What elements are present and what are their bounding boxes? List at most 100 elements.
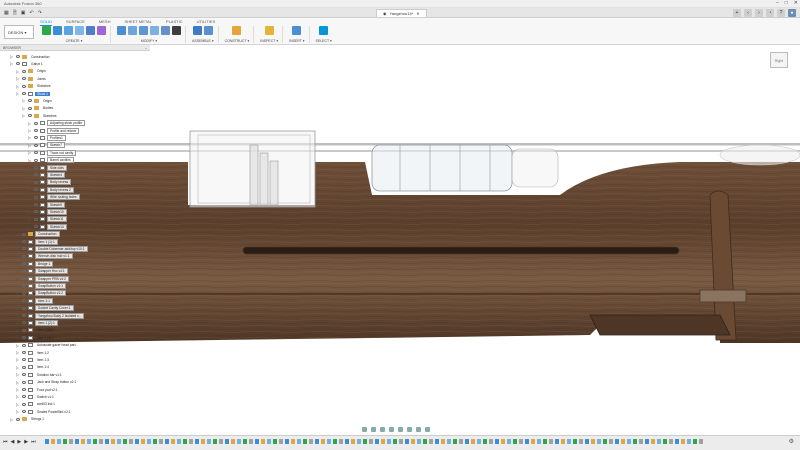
expand-arrow-icon[interactable]: ▷ — [28, 158, 32, 163]
timeline-step[interactable] — [75, 439, 79, 444]
timeline-step[interactable] — [93, 439, 97, 444]
joint-icon[interactable] — [203, 26, 213, 35]
visibility-eye-icon[interactable] — [22, 402, 26, 406]
expand-arrow-icon[interactable]: ▷ — [16, 380, 20, 385]
visibility-eye-icon[interactable] — [22, 299, 26, 303]
tree-item[interactable]: ▷ Item 1 (1):1 — [16, 238, 58, 245]
timeline-step[interactable] — [153, 439, 157, 444]
timeline-step[interactable] — [543, 439, 547, 444]
expand-arrow-icon[interactable]: ▷ — [16, 387, 20, 392]
tab-mesh[interactable]: MESH — [99, 19, 111, 26]
step-forward-button[interactable]: ▶ — [24, 439, 28, 445]
tree-item[interactable]: ▷ Sketches — [22, 112, 59, 119]
visibility-eye-icon[interactable] — [34, 136, 38, 140]
timeline-step[interactable] — [207, 439, 211, 444]
visibility-eye-icon[interactable] — [22, 410, 26, 414]
go-to-end-button[interactable]: ⏭ — [31, 439, 36, 445]
visibility-eye-icon[interactable] — [34, 180, 38, 184]
document-tab[interactable]: ◉ Yangzhou14* ✕ — [376, 9, 427, 17]
timeline-step[interactable] — [447, 439, 451, 444]
expand-arrow-icon[interactable]: ▷ — [28, 217, 32, 222]
chamfer-icon[interactable] — [139, 26, 148, 35]
expand-arrow-icon[interactable]: ▷ — [10, 417, 14, 422]
visibility-eye-icon[interactable] — [34, 203, 38, 206]
timeline-step[interactable] — [243, 439, 247, 444]
timeline-step[interactable] — [435, 439, 439, 444]
expand-arrow-icon[interactable]: ▷ — [16, 343, 20, 348]
timeline-step[interactable] — [579, 439, 583, 444]
timeline-step[interactable] — [375, 439, 379, 444]
timeline-step[interactable] — [231, 439, 235, 444]
timeline-step[interactable] — [285, 439, 289, 444]
tree-item[interactable]: ▷ Profiles1 — [28, 134, 66, 141]
tree-item[interactable]: ▷ Sketch14 — [28, 223, 67, 230]
tree-item[interactable]: ▷ Barrel cavities — [28, 157, 74, 164]
timeline-step[interactable] — [261, 439, 265, 444]
visibility-eye-icon[interactable] — [34, 121, 38, 125]
go-to-start-button[interactable]: ⏮ — [3, 439, 8, 445]
tab-surface[interactable]: SURFACE — [66, 19, 85, 26]
timeline-step[interactable] — [171, 439, 175, 444]
tree-item[interactable]: ▷ Solution bar v1:1 — [16, 371, 64, 378]
back-icon[interactable]: ‹ — [744, 9, 752, 17]
timeline-step[interactable] — [633, 439, 637, 444]
visibility-eye-icon[interactable] — [28, 114, 32, 118]
tree-item[interactable]: ▷ Item 1:2 — [16, 349, 51, 356]
timeline-step[interactable] — [135, 439, 139, 444]
timeline-step[interactable] — [519, 439, 523, 444]
expand-arrow-icon[interactable]: ▷ — [16, 365, 20, 370]
timeline-step[interactable] — [585, 439, 589, 444]
timeline-step[interactable] — [645, 439, 649, 444]
visibility-eye-icon[interactable] — [34, 158, 38, 162]
timeline-step[interactable] — [699, 439, 703, 444]
tree-item[interactable]: ▷ Item 1 (3):1 — [16, 327, 56, 334]
form-icon[interactable] — [97, 26, 106, 35]
expand-arrow-icon[interactable]: ▷ — [16, 239, 20, 244]
visibility-eye-icon[interactable] — [34, 195, 38, 199]
timeline-step[interactable] — [99, 439, 103, 444]
expand-arrow-icon[interactable]: ▷ — [16, 69, 20, 74]
timeline-step[interactable] — [105, 439, 109, 444]
pan-icon[interactable] — [380, 426, 385, 432]
timeline-step[interactable] — [537, 439, 541, 444]
tree-item[interactable]: ▷ Origin — [22, 97, 54, 104]
collapse-icon[interactable]: – — [145, 45, 147, 50]
timeline-step[interactable] — [279, 439, 283, 444]
timeline-step[interactable] — [69, 439, 73, 444]
timeline-step[interactable] — [459, 439, 463, 444]
timeline-step[interactable] — [639, 439, 643, 444]
timeline-step[interactable] — [63, 439, 67, 444]
select-group[interactable]: SELECT ▾ — [316, 26, 336, 43]
timeline-step[interactable] — [159, 439, 163, 444]
timeline-step[interactable] — [675, 439, 679, 444]
tree-item[interactable]: ▷ Trace rod cavity — [28, 149, 77, 156]
insert-image-icon[interactable] — [292, 26, 302, 35]
expand-arrow-icon[interactable]: ▷ — [16, 298, 20, 303]
tree-item[interactable]: ▷ Swapper Hsc v4:1 — [16, 268, 68, 275]
timeline-step[interactable] — [465, 439, 469, 444]
tree-item[interactable]: ▷ Profile and relieve — [28, 127, 80, 134]
tree-item[interactable]: ▷ Yangzhou Body 2 Isolated v... — [16, 312, 85, 319]
select-icon[interactable] — [319, 26, 329, 35]
visibility-eye-icon[interactable] — [22, 291, 26, 295]
tree-item[interactable]: ▷ Wire routing holes — [28, 194, 80, 201]
timeline-step[interactable] — [255, 439, 259, 444]
create-group[interactable]: CREATE ▾ — [42, 26, 111, 43]
expand-arrow-icon[interactable]: ▷ — [16, 328, 20, 333]
visibility-eye-icon[interactable] — [16, 62, 20, 66]
expand-arrow-icon[interactable]: ▷ — [16, 91, 20, 96]
visibility-eye-icon[interactable] — [22, 232, 26, 236]
fit-icon[interactable] — [398, 426, 403, 432]
tree-item[interactable]: ▷ Gabot 1 — [10, 60, 45, 67]
tree-item[interactable]: ▷ Item 1:1 — [16, 297, 53, 304]
timeline-step[interactable] — [201, 439, 205, 444]
tree-item[interactable]: ▷ Strings 1 — [10, 416, 46, 423]
visibility-eye-icon[interactable] — [22, 254, 26, 258]
tree-item[interactable]: ▷ Jack and Strap button v2:1 — [16, 379, 78, 386]
visibility-eye-icon[interactable] — [34, 166, 38, 169]
expand-arrow-icon[interactable]: ▷ — [16, 372, 20, 377]
orbit-icon[interactable] — [362, 426, 367, 432]
display-settings-icon[interactable] — [407, 426, 412, 432]
visibility-eye-icon[interactable] — [22, 269, 26, 273]
expand-arrow-icon[interactable]: ▷ — [22, 98, 26, 103]
